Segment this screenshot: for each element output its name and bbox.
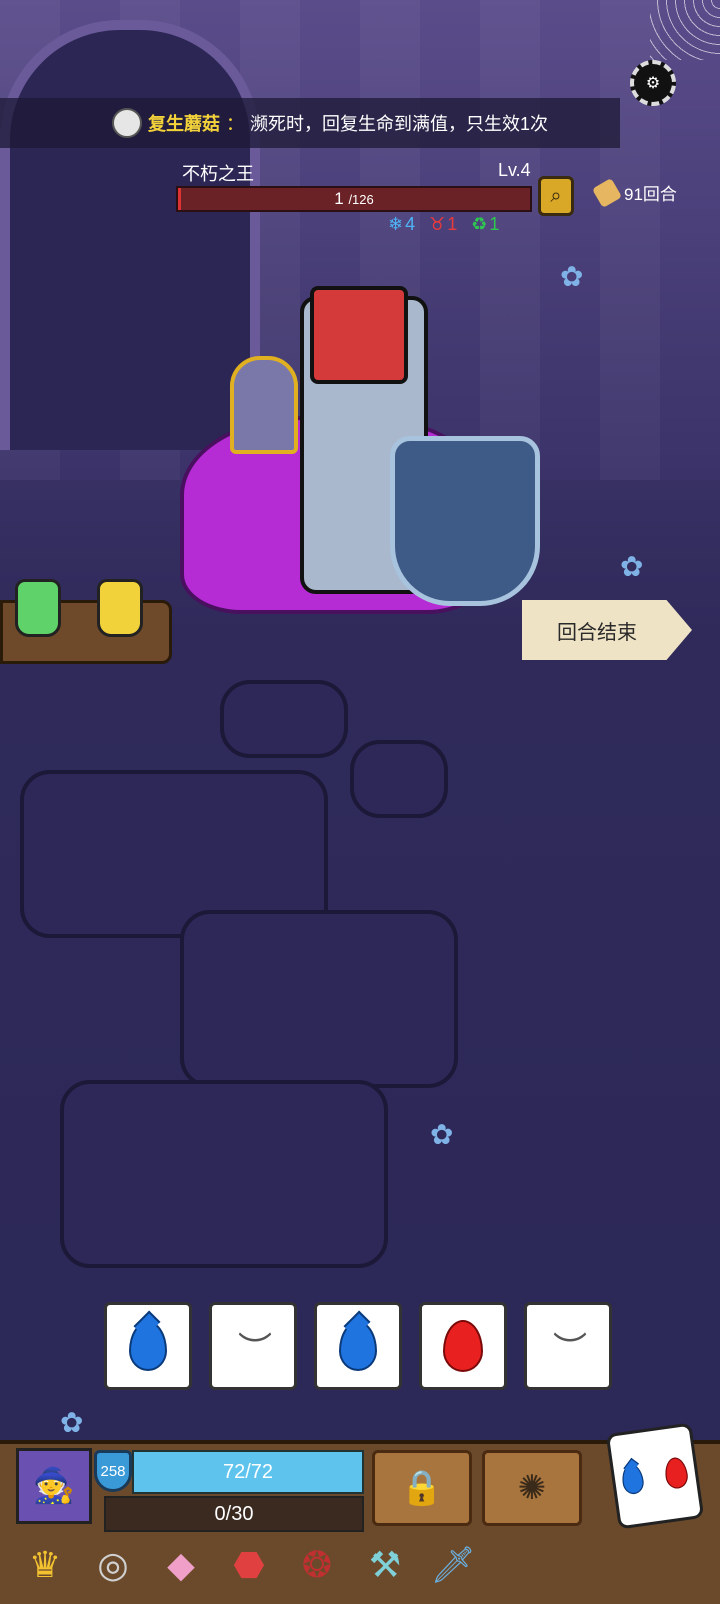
explosion-skill-icon: ✺	[517, 1469, 547, 1507]
scroll-icon	[591, 177, 623, 208]
crown-icon[interactable]: ♛	[20, 1540, 70, 1590]
player-xp-text: 0/30	[214, 1502, 254, 1525]
die-water[interactable]	[104, 1302, 192, 1390]
intent-value: 1	[447, 214, 458, 234]
regen-icon: ♻	[471, 214, 488, 234]
snowflake-icon: ❄	[388, 214, 404, 234]
flower-icon: ✿	[430, 1119, 454, 1150]
die-eye[interactable]: ︶	[524, 1302, 612, 1390]
water-drop-icon	[339, 1321, 377, 1371]
enemy-hp-current: 1	[334, 189, 344, 208]
inspect-enemy-button[interactable]: ⌕	[538, 176, 574, 216]
intent-item[interactable]: ♻ 1	[471, 214, 499, 235]
die-fire[interactable]	[419, 1302, 507, 1390]
relic-bar: ♛ ◎ ◆ ⬣ ❂ ⚒ 🗡	[20, 1540, 478, 1590]
boss-shield	[390, 436, 540, 606]
skill-slot-locked[interactable]: 🔒	[372, 1450, 472, 1526]
closed-eye-icon: ︶	[553, 1330, 587, 1369]
die-eye[interactable]: ︶	[209, 1302, 297, 1390]
crystal-die-icon[interactable]: ◆	[156, 1540, 206, 1590]
fire-icon	[443, 1320, 483, 1372]
buff-info: 复生蘑菇 ： 濒死时，回复生命到满值，只生效1次	[112, 108, 548, 138]
enemy-level: Lv.4	[498, 160, 531, 180]
intent-value: 1	[489, 214, 500, 234]
lantern-cage	[230, 356, 298, 454]
floor-slab	[220, 680, 348, 758]
dagger-icon[interactable]: 🗡	[428, 1540, 478, 1590]
player-avatar[interactable]: 🧙	[16, 1448, 92, 1524]
fire-icon	[663, 1456, 690, 1490]
dice-tray: ︶ ︶	[104, 1302, 612, 1390]
enemy-name: 不朽之王	[182, 164, 254, 184]
skill-slot-explosion[interactable]: ✺	[482, 1450, 582, 1526]
buff-description: 濒死时，回复生命到满值，只生效1次	[250, 114, 549, 134]
intent-item[interactable]: ♉ 1	[429, 214, 457, 235]
floor-slab	[350, 740, 448, 818]
water-drop-icon	[129, 1321, 167, 1371]
magnifier-icon: ⌕	[550, 184, 562, 207]
floor-slab	[180, 910, 458, 1088]
mushroom-icon	[112, 108, 142, 138]
scythe-icon[interactable]: ⚒	[360, 1540, 410, 1590]
buff-separator: ：	[226, 114, 244, 134]
player-hp-text: 72/72	[222, 1460, 274, 1483]
die-water[interactable]	[314, 1302, 402, 1390]
enemy-immortal-king[interactable]	[180, 286, 540, 616]
yellow-potion-icon[interactable]	[97, 579, 143, 637]
intent-item[interactable]: ❄ 4	[388, 214, 415, 235]
locked-weapon-icon: 🔒	[400, 1469, 444, 1507]
rune-stone-icon[interactable]: ⬣	[224, 1540, 274, 1590]
enemy-hp-text: 1 /126	[178, 188, 530, 211]
enemy-hp-bar: 1 /126	[176, 186, 532, 212]
spider-web	[650, 0, 720, 60]
enemy-intents: ❄ 4 ♉ 1 ♻ 1	[388, 214, 499, 235]
closed-eye-icon: ︶	[238, 1330, 272, 1369]
spiked-ring-icon[interactable]: ❂	[292, 1540, 342, 1590]
ring-icon[interactable]: ◎	[88, 1540, 138, 1590]
water-drop-icon	[620, 1462, 646, 1496]
player-xp-bar: 0/30	[104, 1496, 364, 1532]
buff-name: 复生蘑菇	[148, 114, 220, 134]
flower-icon: ✿	[60, 1407, 84, 1438]
green-potion-icon[interactable]	[15, 579, 61, 637]
drum-head	[310, 286, 408, 384]
potion-shelf	[0, 579, 172, 664]
demon-icon: ♉	[429, 214, 446, 234]
player-hp-bar: 72/72	[132, 1450, 364, 1494]
flower-icon: ✿	[620, 551, 644, 582]
round-counter: 91回合	[591, 177, 677, 208]
flower-icon: ✿	[560, 261, 584, 292]
end-turn-button[interactable]: 回合结束	[522, 600, 692, 660]
roll-dice-button[interactable]	[605, 1422, 705, 1530]
floor-slab	[60, 1080, 388, 1268]
settings-gear-icon[interactable]: ⚙	[630, 60, 676, 106]
round-label: 91回合	[624, 185, 677, 204]
armor-badge: 258	[94, 1450, 132, 1492]
enemy-hp-max: /126	[348, 192, 374, 207]
intent-value: 4	[405, 214, 416, 234]
